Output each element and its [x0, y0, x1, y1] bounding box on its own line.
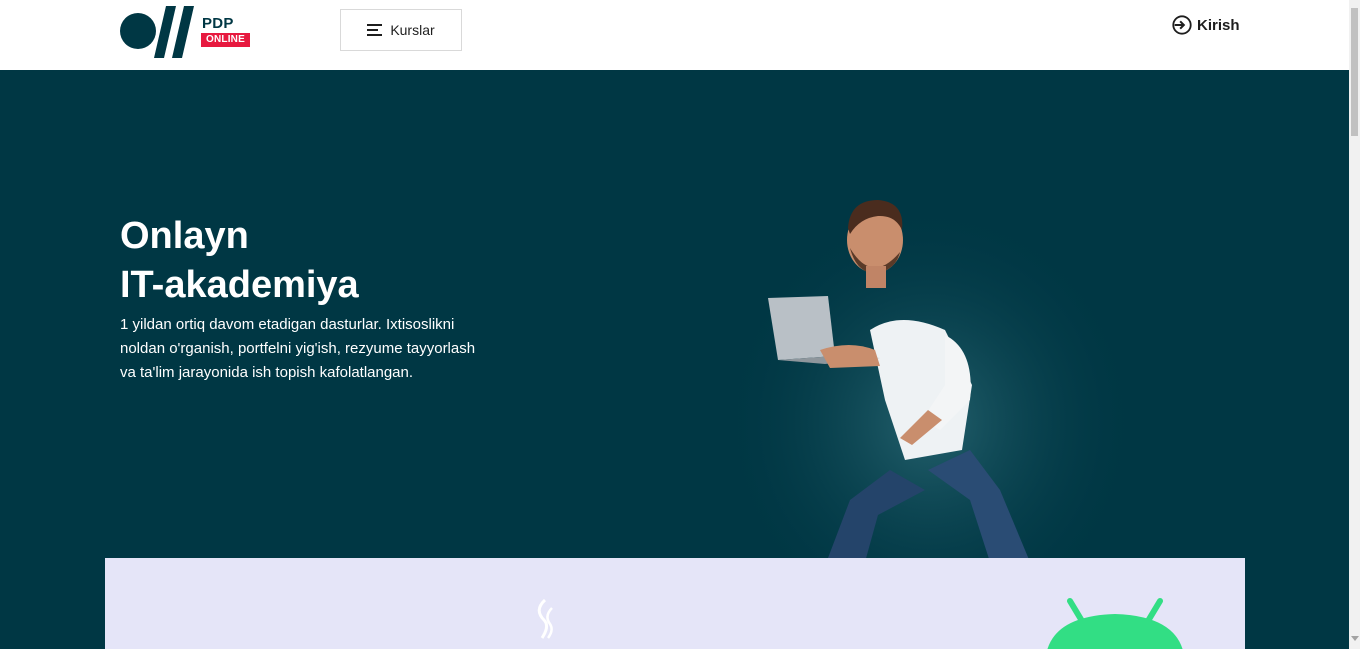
android-icon[interactable] — [1040, 596, 1190, 649]
logo-circle-mark — [120, 13, 156, 49]
hero-title-line1: Onlayn — [120, 215, 249, 257]
courses-menu-button[interactable]: Kurslar — [340, 9, 462, 51]
logo-online-badge: ONLINE — [201, 33, 250, 47]
scrollbar-down-arrow-icon[interactable] — [1351, 636, 1359, 641]
pdp-online-logo[interactable]: PDP ONLINE — [120, 6, 255, 58]
hero-section: Onlayn IT-akademiya 1 yildan ortiq davom… — [0, 70, 1349, 649]
site-header: PDP ONLINE Kurslar Kirish — [0, 0, 1349, 70]
hero-description: 1 yildan ortiq davom etadigan dasturlar.… — [120, 316, 476, 381]
hero-title: Onlayn IT-akademiya — [120, 212, 359, 310]
login-button[interactable]: Kirish — [1171, 12, 1240, 38]
menu-icon — [367, 24, 383, 36]
page-scrollbar[interactable] — [1349, 0, 1360, 649]
login-button-label: Kirish — [1197, 16, 1240, 34]
logo-brand-text: PDP — [202, 15, 234, 32]
hero-title-line2: IT-akademiya — [120, 264, 359, 306]
scrollbar-thumb[interactable] — [1351, 8, 1358, 136]
man-with-laptop-photo — [720, 180, 1140, 570]
courses-panel — [105, 558, 1245, 649]
logo-slashes-mark — [154, 6, 194, 58]
java-icon[interactable] — [520, 598, 570, 649]
login-icon — [1172, 15, 1192, 35]
courses-button-label: Kurslar — [390, 22, 435, 38]
